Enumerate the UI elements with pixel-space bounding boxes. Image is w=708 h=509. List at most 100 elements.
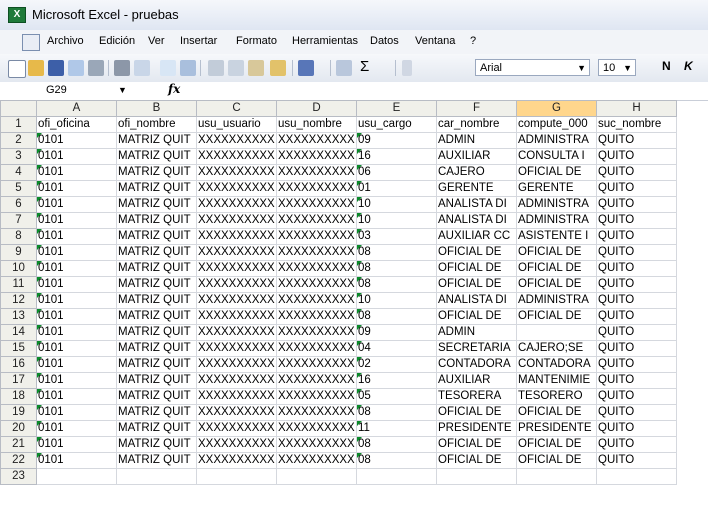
cell[interactable]: ADMIN: [436, 132, 517, 149]
cell[interactable]: 02: [356, 356, 437, 373]
cell[interactable]: MATRIZ QUIT: [116, 436, 197, 453]
print-preview-icon[interactable]: [114, 60, 130, 76]
cell[interactable]: [516, 468, 597, 485]
cell[interactable]: XXXXXXXXXX: [276, 292, 357, 309]
cell[interactable]: 16: [356, 372, 437, 389]
cell[interactable]: OFICIAL DE: [436, 244, 517, 261]
cell[interactable]: 0101: [36, 452, 117, 469]
cell[interactable]: XXXXXXXXXX: [276, 308, 357, 325]
cell[interactable]: XXXXXXXXXX: [196, 228, 277, 245]
cell[interactable]: MATRIZ QUIT: [116, 164, 197, 181]
cell[interactable]: QUITO: [596, 260, 677, 277]
cell[interactable]: XXXXXXXXXX: [196, 180, 277, 197]
cell[interactable]: PRESIDENTE: [516, 420, 597, 437]
cell[interactable]: QUITO: [596, 436, 677, 453]
column-header-f[interactable]: F: [436, 100, 517, 117]
cell[interactable]: XXXXXXXXXX: [276, 228, 357, 245]
row-header[interactable]: 17: [0, 372, 37, 389]
cell[interactable]: [36, 468, 117, 485]
cell[interactable]: QUITO: [596, 452, 677, 469]
cell[interactable]: XXXXXXXXXX: [276, 260, 357, 277]
cell[interactable]: 0101: [36, 324, 117, 341]
menu-datos[interactable]: Datos: [370, 35, 399, 47]
open-folder-icon[interactable]: [28, 60, 44, 76]
cell[interactable]: 06: [356, 164, 437, 181]
cut-icon[interactable]: [208, 60, 224, 76]
cell[interactable]: ANALISTA DI: [436, 212, 517, 229]
cell[interactable]: QUITO: [596, 340, 677, 357]
cell[interactable]: XXXXXXXXXX: [196, 420, 277, 437]
cell[interactable]: XXXXXXXXXX: [276, 420, 357, 437]
cell[interactable]: [436, 468, 517, 485]
cell[interactable]: MATRIZ QUIT: [116, 260, 197, 277]
cell[interactable]: GERENTE: [516, 180, 597, 197]
menu-edicion[interactable]: Edición: [99, 35, 135, 47]
cell[interactable]: XXXXXXXXXX: [276, 388, 357, 405]
cell[interactable]: XXXXXXXXXX: [196, 356, 277, 373]
cell[interactable]: XXXXXXXXXX: [196, 372, 277, 389]
cell[interactable]: 03: [356, 228, 437, 245]
cell[interactable]: CAJERO;SE: [516, 340, 597, 357]
research-icon[interactable]: [180, 60, 196, 76]
row-header[interactable]: 7: [0, 212, 37, 229]
cell[interactable]: 10: [356, 292, 437, 309]
cell[interactable]: PRESIDENTE: [436, 420, 517, 437]
cell[interactable]: CAJERO: [436, 164, 517, 181]
cell[interactable]: OFICIAL DE: [516, 276, 597, 293]
cell[interactable]: OFICIAL DE: [516, 452, 597, 469]
cell[interactable]: XXXXXXXXXX: [276, 244, 357, 261]
cell[interactable]: QUITO: [596, 420, 677, 437]
menu-archivo[interactable]: Archivo: [47, 35, 84, 47]
cell[interactable]: ofi_oficina: [36, 116, 117, 133]
cell[interactable]: QUITO: [596, 292, 677, 309]
cell[interactable]: XXXXXXXXXX: [196, 340, 277, 357]
cell[interactable]: MATRIZ QUIT: [116, 372, 197, 389]
cell[interactable]: XXXXXXXXXX: [196, 212, 277, 229]
cell[interactable]: XXXXXXXXXX: [196, 388, 277, 405]
copy-icon[interactable]: [228, 60, 244, 76]
row-header[interactable]: 16: [0, 356, 37, 373]
cell[interactable]: XXXXXXXXXX: [196, 196, 277, 213]
cell[interactable]: 10: [356, 196, 437, 213]
cell[interactable]: [516, 324, 597, 341]
cell[interactable]: 09: [356, 132, 437, 149]
cell[interactable]: OFICIAL DE: [436, 260, 517, 277]
cell[interactable]: 0101: [36, 132, 117, 149]
cell[interactable]: MATRIZ QUIT: [116, 404, 197, 421]
cell[interactable]: [196, 468, 277, 485]
cell[interactable]: QUITO: [596, 388, 677, 405]
cell[interactable]: 0101: [36, 196, 117, 213]
cell[interactable]: 08: [356, 244, 437, 261]
cell[interactable]: XXXXXXXXXX: [276, 372, 357, 389]
cell[interactable]: XXXXXXXXXX: [276, 148, 357, 165]
cell[interactable]: XXXXXXXXXX: [196, 276, 277, 293]
cell[interactable]: QUITO: [596, 164, 677, 181]
cell[interactable]: 0101: [36, 292, 117, 309]
cell[interactable]: XXXXXXXXXX: [276, 212, 357, 229]
cell[interactable]: 0101: [36, 404, 117, 421]
cell[interactable]: XXXXXXXXXX: [276, 196, 357, 213]
new-icon[interactable]: [8, 60, 26, 78]
column-header-b[interactable]: B: [116, 100, 197, 117]
cell[interactable]: OFICIAL DE: [436, 404, 517, 421]
cell[interactable]: 05: [356, 388, 437, 405]
cell[interactable]: 0101: [36, 180, 117, 197]
row-header[interactable]: 14: [0, 324, 37, 341]
cell[interactable]: XXXXXXXXXX: [196, 308, 277, 325]
cell[interactable]: TESORERA: [436, 388, 517, 405]
cell[interactable]: ofi_nombre: [116, 116, 197, 133]
cell[interactable]: usu_cargo: [356, 116, 437, 133]
cell[interactable]: SECRETARIA: [436, 340, 517, 357]
row-header[interactable]: 15: [0, 340, 37, 357]
cell[interactable]: OFICIAL DE: [516, 164, 597, 181]
cell[interactable]: QUITO: [596, 244, 677, 261]
row-header[interactable]: 23: [0, 468, 37, 485]
cell[interactable]: XXXXXXXXXX: [276, 180, 357, 197]
cell[interactable]: XXXXXXXXXX: [276, 356, 357, 373]
column-header-a[interactable]: A: [36, 100, 117, 117]
cell[interactable]: MATRIZ QUIT: [116, 452, 197, 469]
cell[interactable]: [596, 468, 677, 485]
cell[interactable]: ANALISTA DI: [436, 292, 517, 309]
cell[interactable]: MATRIZ QUIT: [116, 292, 197, 309]
row-header[interactable]: 19: [0, 404, 37, 421]
